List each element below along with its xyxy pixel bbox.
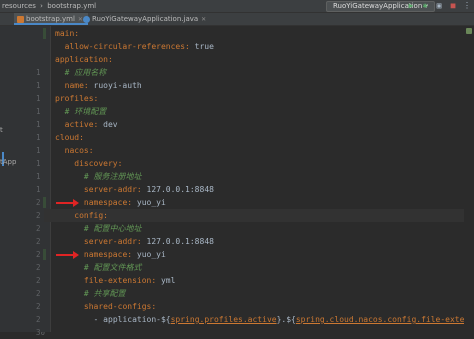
code-line[interactable]: # 服务注册地址: [84, 170, 142, 183]
yaml-key: application:: [55, 55, 113, 64]
code-line[interactable]: nacos:: [65, 144, 94, 157]
code-line[interactable]: profiles:: [55, 92, 98, 105]
yaml-value: true: [189, 42, 214, 51]
yaml-value: yuo_yi: [132, 250, 166, 259]
inspection-ok-icon[interactable]: [466, 28, 472, 34]
editor-tabs: bootstrap.yml ✕ RuoYiGatewayApplication.j…: [0, 13, 474, 26]
breadcrumb: resources › bootstrap.yml: [0, 0, 96, 12]
code-line[interactable]: discovery:: [74, 157, 122, 170]
vcs-change-marker[interactable]: [43, 28, 46, 39]
yaml-comment: # 共享配置: [83, 289, 126, 298]
code-line[interactable]: shared-configs:: [84, 300, 156, 313]
yaml-file-icon: [17, 16, 24, 23]
code-line[interactable]: # 共享配置: [84, 287, 126, 300]
error-stripe[interactable]: [464, 26, 474, 332]
java-class-icon: [83, 16, 90, 23]
yaml-value: yuo_yi: [132, 198, 166, 207]
code-line[interactable]: # 应用名称: [65, 66, 107, 79]
code-line[interactable]: # 配置中心地址: [84, 222, 142, 235]
yaml-key: cloud:: [55, 133, 84, 142]
vcs-change-marker[interactable]: [43, 249, 46, 260]
code-line[interactable]: name: ruoyi-auth: [65, 79, 142, 92]
run-icon[interactable]: ▶: [406, 1, 416, 11]
breadcrumb-file[interactable]: bootstrap.yml: [47, 2, 96, 10]
yaml-value: }.${: [276, 315, 296, 324]
yaml-key: namespace:: [83, 198, 133, 207]
yaml-comment: # 服务注册地址: [83, 172, 142, 181]
code-line[interactable]: server-addr: 127.0.0.1:8848: [84, 183, 214, 196]
yaml-value: dev: [98, 120, 118, 129]
yaml-key: discovery:: [74, 159, 123, 168]
code-line[interactable]: # 环境配置: [65, 105, 107, 118]
yaml-value: 127.0.0.1:8848: [141, 185, 214, 194]
code-line[interactable]: main:: [55, 27, 79, 40]
tab-bootstrap-yml[interactable]: bootstrap.yml ✕: [14, 13, 88, 25]
yaml-comment: # 应用名称: [64, 68, 107, 77]
yaml-key: file-extension:: [83, 276, 157, 285]
breadcrumb-separator: ›: [40, 2, 43, 10]
yaml-value: 127.0.0.1:8848: [141, 237, 214, 246]
code-line[interactable]: application:: [55, 53, 113, 66]
current-line-highlight: [44, 209, 474, 222]
code-line[interactable]: - application-${spring.profiles.active}.…: [94, 313, 474, 326]
yaml-comment: # 配置文件格式: [83, 263, 142, 272]
yaml-key: shared-configs:: [83, 302, 157, 311]
yaml-key: allow-circular-references:: [64, 42, 190, 51]
code-line[interactable]: namespace: yuo_yi: [84, 196, 166, 209]
yaml-value: ruoyi-auth: [88, 81, 142, 90]
tab-ruoyigatewayapplication-java[interactable]: RuoYiGatewayApplication.java ✕: [80, 13, 210, 25]
debug-icon[interactable]: ✱: [420, 1, 430, 11]
code-line[interactable]: file-extension: yml: [84, 274, 176, 287]
code-line[interactable]: # 配置文件格式: [84, 261, 142, 274]
fold-column: [40, 26, 51, 332]
yaml-value: - application-${: [93, 315, 171, 324]
tab-label: bootstrap.yml: [26, 15, 75, 23]
project-tool-strip: t tApp: [0, 26, 19, 332]
yaml-key: config:: [74, 211, 108, 220]
more-icon[interactable]: ⋮: [462, 1, 472, 11]
coverage-icon[interactable]: ▣: [434, 1, 444, 11]
yaml-key: main:: [55, 29, 80, 38]
placeholder-reference: spring.cloud.nacos.config.file-extension: [295, 315, 474, 324]
yaml-key: server-addr:: [83, 185, 142, 194]
annotation-arrow-icon: [56, 251, 79, 259]
project-tree-fragment[interactable]: t: [0, 126, 3, 134]
stop-icon[interactable]: ■: [448, 1, 458, 11]
code-line[interactable]: server-addr: 127.0.0.1:8848: [84, 235, 214, 248]
yaml-key: profiles:: [55, 94, 99, 103]
tab-label: RuoYiGatewayApplication.java: [92, 15, 199, 23]
yaml-comment: # 环境配置: [64, 107, 107, 116]
vcs-change-marker[interactable]: [43, 197, 46, 208]
yaml-comment: # 配置中心地址: [83, 224, 142, 233]
yaml-key: namespace:: [83, 250, 133, 259]
run-configuration-dropdown[interactable]: RuoYiGatewayApplication ▾: [326, 1, 436, 12]
breadcrumb-resources[interactable]: resources: [2, 2, 36, 10]
yaml-key: nacos:: [64, 146, 94, 155]
close-icon[interactable]: ✕: [201, 16, 206, 23]
code-line[interactable]: cloud:: [55, 131, 84, 144]
navigation-bar: resources › bootstrap.yml RuoYiGatewayAp…: [0, 0, 474, 13]
yaml-key: server-addr:: [83, 237, 142, 246]
project-tree-fragment-app[interactable]: tApp: [0, 158, 16, 166]
placeholder-reference: spring.profiles.active: [170, 315, 277, 324]
yaml-key: name:: [64, 81, 89, 90]
code-line[interactable]: namespace: yuo_yi: [84, 248, 166, 261]
annotation-arrow-icon: [56, 199, 79, 207]
code-line[interactable]: allow-circular-references: true: [65, 40, 214, 53]
yaml-key: active:: [64, 120, 99, 129]
yaml-value: yml: [156, 276, 176, 285]
code-line[interactable]: active: dev: [65, 118, 118, 131]
code-line[interactable]: config:: [74, 209, 108, 222]
